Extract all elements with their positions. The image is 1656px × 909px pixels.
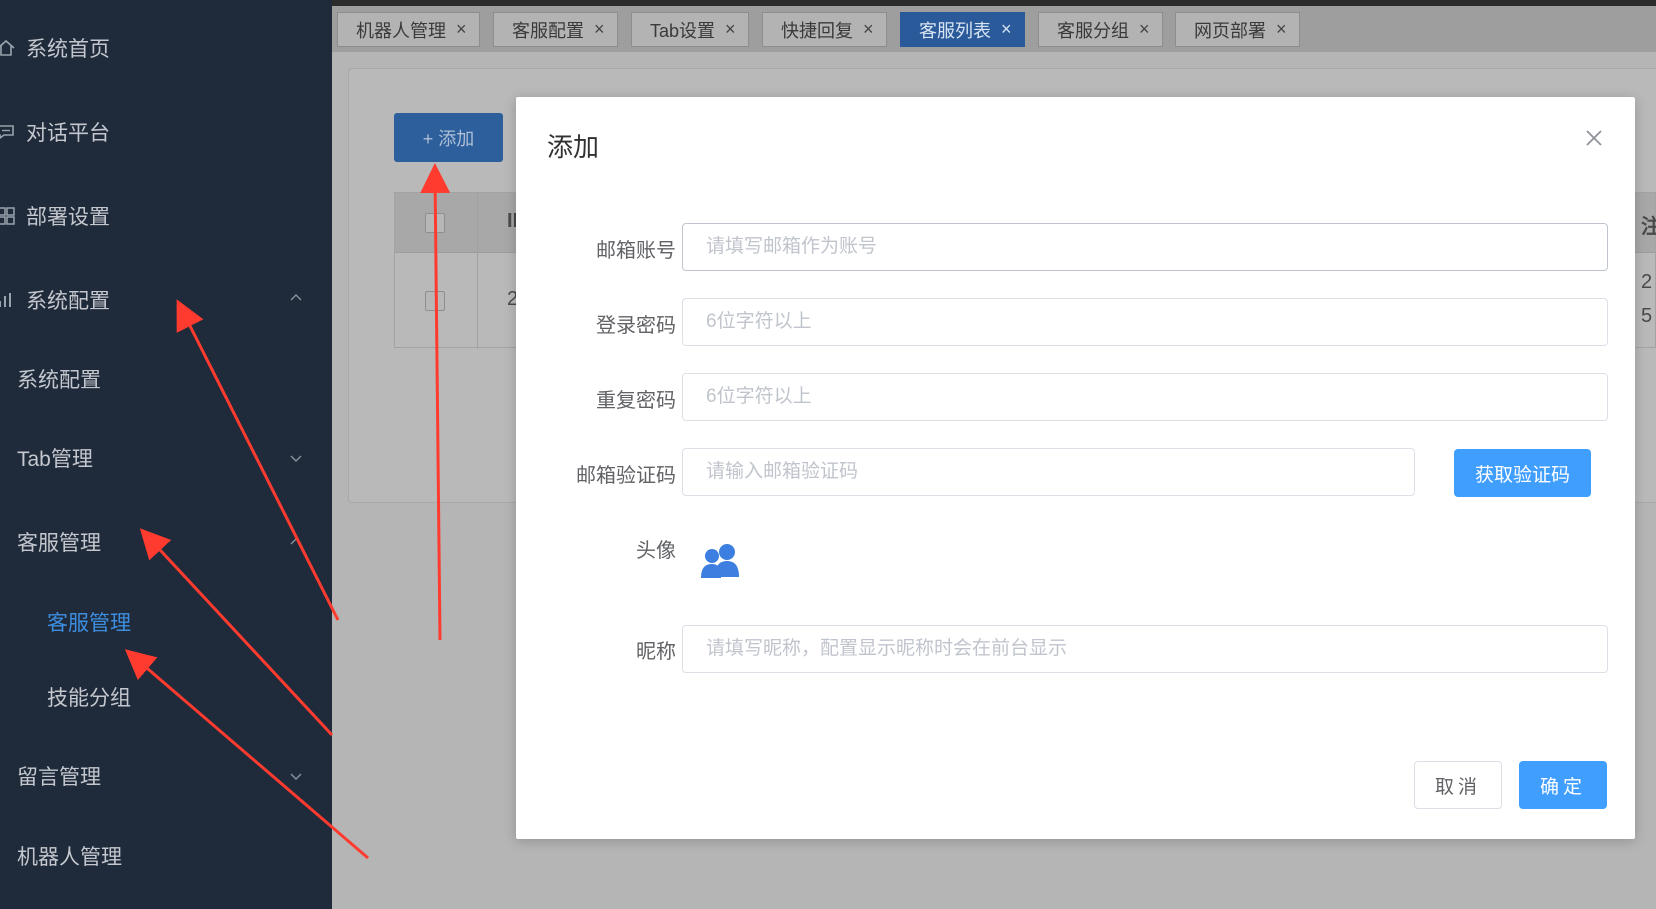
row-checkbox[interactable] — [425, 291, 445, 311]
close-icon[interactable]: × — [1001, 19, 1012, 40]
table-header-cell: 注 — [1641, 216, 1656, 238]
chevron-down-icon — [290, 455, 302, 462]
tab-label: 客服配置 — [512, 20, 584, 41]
close-icon[interactable]: × — [863, 19, 874, 40]
sidebar-sub-message-manage[interactable]: 留言管理 — [0, 748, 332, 804]
sidebar-item-label: 留言管理 — [17, 766, 101, 789]
cancel-button[interactable]: 取消 — [1414, 761, 1502, 809]
tabs-bar: 机器人管理 × 客服配置 × Tab设置 × 快捷回复 × 客服列表 × 客服分组 × 网页… — [332, 0, 1656, 52]
column-divider — [477, 193, 478, 349]
tab-web-deploy[interactable]: 网页部署 × — [1175, 12, 1300, 47]
email-field[interactable] — [682, 223, 1608, 271]
sidebar-item-label: 系统配置 — [26, 290, 110, 313]
sidebar-item-label: 系统首页 — [26, 38, 110, 61]
close-icon[interactable]: × — [1276, 19, 1287, 40]
tab-cs-config[interactable]: 客服配置 × — [493, 12, 618, 47]
tab-label: 快捷回复 — [781, 20, 853, 41]
sidebar-sub-cs-manage-active[interactable]: 客服管理 — [0, 594, 332, 650]
tab-robot-manage[interactable]: 机器人管理 × — [337, 12, 480, 47]
sidebar-item-label: 机器人管理 — [17, 846, 122, 869]
tab-label: Tab设置 — [650, 20, 716, 41]
confirm-button[interactable]: 确定 — [1519, 761, 1607, 809]
sidebar: 系统首页 对话平台 部署设置 系统配置 系统配置 Tab管理 客服管理 客服管理… — [0, 0, 332, 909]
sidebar-item-home[interactable]: 系统首页 — [0, 18, 332, 78]
grid-icon — [0, 206, 16, 226]
chart-icon — [0, 290, 16, 310]
chevron-down-icon — [290, 773, 302, 780]
tab-tab-settings[interactable]: Tab设置 × — [631, 12, 749, 47]
tab-label: 网页部署 — [1194, 20, 1266, 41]
nickname-label: 昵称 — [636, 641, 676, 663]
password-label: 登录密码 — [596, 315, 676, 337]
repeat-password-label: 重复密码 — [596, 390, 676, 412]
repeat-password-field[interactable] — [682, 373, 1608, 421]
close-icon[interactable]: × — [725, 19, 736, 40]
tab-label: 客服分组 — [1057, 20, 1129, 41]
close-icon[interactable]: × — [456, 19, 467, 40]
sidebar-sub-skill-group[interactable]: 技能分组 — [0, 669, 332, 725]
sidebar-sub-cs-manage[interactable]: 客服管理 — [0, 514, 332, 570]
nickname-field[interactable] — [682, 625, 1608, 673]
password-field[interactable] — [682, 298, 1608, 346]
tab-cs-group[interactable]: 客服分组 × — [1038, 12, 1163, 47]
tab-label: 机器人管理 — [356, 20, 446, 41]
sidebar-item-chat[interactable]: 对话平台 — [0, 102, 332, 162]
tab-cs-list[interactable]: 客服列表 × — [900, 12, 1025, 47]
tab-quick-reply[interactable]: 快捷回复 × — [762, 12, 887, 47]
users-icon[interactable] — [699, 541, 741, 579]
sidebar-item-deploy[interactable]: 部署设置 — [0, 186, 332, 246]
dialog-title: 添加 — [547, 132, 600, 162]
sidebar-item-system-config[interactable]: 系统配置 — [0, 270, 332, 330]
sidebar-sub-system-config[interactable]: 系统配置 — [0, 351, 332, 407]
table-cell: 2 — [1641, 271, 1653, 293]
email-code-field[interactable] — [682, 448, 1415, 496]
email-code-label: 邮箱验证码 — [576, 465, 676, 487]
tab-label: 客服列表 — [919, 20, 991, 41]
chevron-up-icon — [290, 294, 302, 301]
sidebar-item-label: 客服管理 — [47, 612, 131, 635]
avatar-label: 头像 — [636, 540, 676, 562]
sidebar-item-label: 技能分组 — [47, 687, 131, 710]
get-code-button[interactable]: 获取验证码 — [1454, 449, 1591, 497]
add-button[interactable]: + 添加 — [394, 113, 503, 162]
chevron-up-icon — [290, 538, 302, 545]
table-cell: 5 — [1641, 305, 1653, 327]
sidebar-sub-tab-manage[interactable]: Tab管理 — [0, 430, 332, 486]
sidebar-item-label: 对话平台 — [26, 122, 110, 145]
close-icon[interactable] — [1583, 127, 1605, 149]
sidebar-item-label: 部署设置 — [26, 206, 110, 229]
add-dialog: 添加 邮箱账号 登录密码 重复密码 邮箱验证码 获取验证码 头像 昵称 取消 确… — [516, 97, 1635, 839]
sidebar-item-label: 客服管理 — [17, 532, 101, 555]
email-label: 邮箱账号 — [596, 240, 676, 262]
select-all-checkbox[interactable] — [425, 213, 445, 233]
close-icon[interactable]: × — [1139, 19, 1150, 40]
chat-icon — [0, 122, 16, 142]
sidebar-item-label: 系统配置 — [17, 369, 101, 392]
close-icon[interactable]: × — [594, 19, 605, 40]
home-icon — [0, 38, 16, 58]
sidebar-item-label: Tab管理 — [17, 448, 93, 471]
sidebar-sub-robot-manage[interactable]: 机器人管理 — [0, 828, 332, 884]
